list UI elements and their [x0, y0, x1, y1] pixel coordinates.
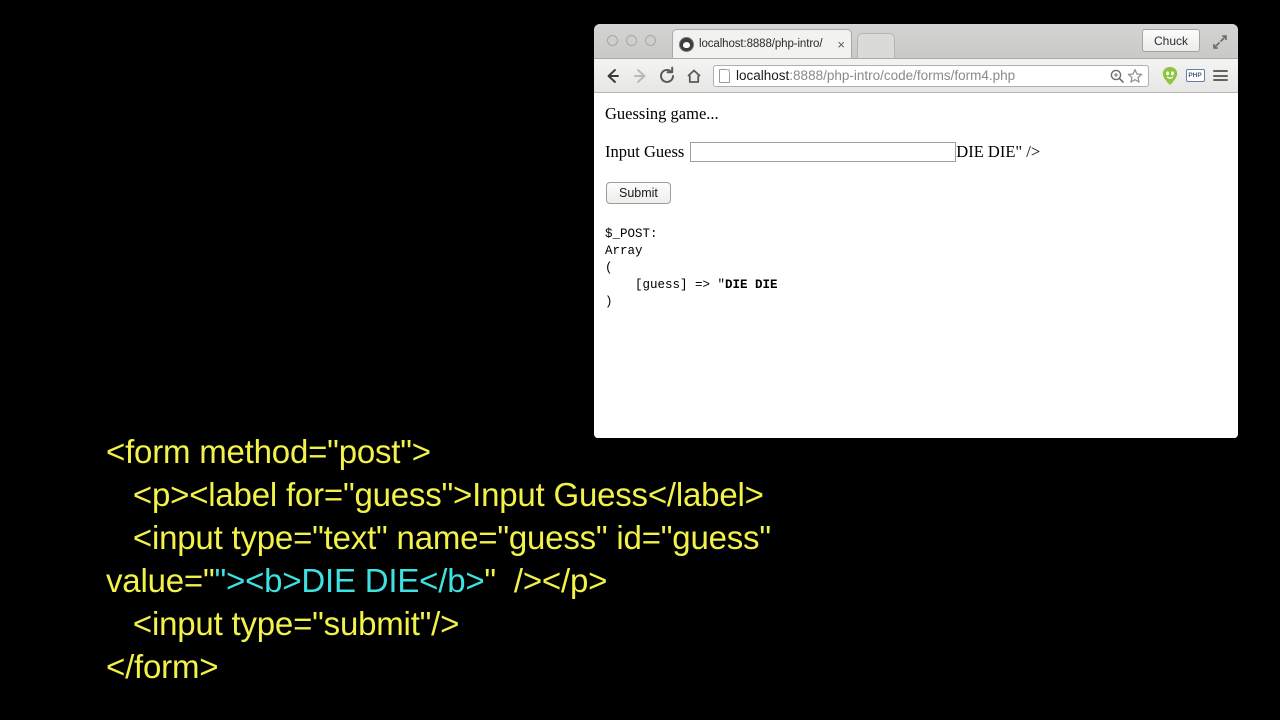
- code-line: </form>: [106, 645, 1206, 688]
- minimize-window-button[interactable]: [626, 35, 637, 46]
- code-segment: <input type="text" name="guess" id="gues…: [106, 519, 771, 556]
- address-bar-text: localhost:8888/php-intro/code/forms/form…: [736, 68, 1107, 83]
- profile-button[interactable]: Chuck: [1141, 29, 1200, 52]
- browser-tab-active[interactable]: localhost:8888/php-intro/ ×: [672, 29, 852, 58]
- evernote-icon[interactable]: [1160, 66, 1180, 86]
- code-segment: </form>: [106, 648, 219, 685]
- zoom-window-button[interactable]: [645, 35, 656, 46]
- post-dump-entry-value: DIE DIE: [725, 278, 778, 293]
- code-line: <input type="submit"/>: [106, 602, 1206, 645]
- post-dump-entry-prefix: [guess] => ": [605, 278, 726, 293]
- browser-toolbar: localhost:8888/php-intro/code/forms/form…: [594, 59, 1238, 93]
- close-window-button[interactable]: [607, 35, 618, 46]
- hamburger-menu-icon[interactable]: [1210, 66, 1230, 86]
- page-viewport: Guessing game... Input Guess DIE DIE" />…: [594, 93, 1238, 438]
- code-segment-highlight: "><b>DIE DIE</b>: [214, 562, 485, 599]
- post-dump-title: $_POST:: [605, 227, 658, 242]
- php-badge-label: PHP: [1185, 69, 1205, 82]
- code-segment: value=": [106, 562, 215, 599]
- close-tab-icon[interactable]: ×: [833, 38, 845, 51]
- guess-input[interactable]: [690, 142, 957, 163]
- guess-input-label: Input Guess: [605, 142, 685, 162]
- php-extension-icon[interactable]: PHP: [1185, 66, 1205, 86]
- post-dump-open-paren: (: [605, 261, 613, 276]
- star-icon[interactable]: [1127, 68, 1143, 84]
- new-tab-button[interactable]: [857, 33, 895, 58]
- url-path: :8888/php-intro/code/forms/form4.php: [789, 68, 1016, 83]
- code-line: <input type="text" name="guess" id="gues…: [106, 516, 1206, 559]
- code-segment: " /></p>: [484, 562, 608, 599]
- code-line: value=""><b>DIE DIE</b>" /></p>: [106, 559, 1206, 602]
- expand-diagonal-icon[interactable]: [1211, 33, 1229, 51]
- forward-arrow-icon[interactable]: [629, 65, 651, 87]
- code-segment: <p><label for="guess">Input Guess</label…: [106, 476, 764, 513]
- browser-tabstrip: localhost:8888/php-intro/ × Chuck: [594, 24, 1238, 59]
- tab-title: localhost:8888/php-intro/: [699, 38, 823, 50]
- favicon-icon: [679, 36, 694, 52]
- browser-window: localhost:8888/php-intro/ × Chuck localh…: [594, 24, 1238, 438]
- code-segment: <form method="post">: [106, 433, 431, 470]
- back-arrow-icon[interactable]: [602, 65, 624, 87]
- guess-form-row: Input Guess DIE DIE" />: [605, 142, 1227, 163]
- home-icon[interactable]: [683, 65, 705, 87]
- post-dump-array: Array: [605, 244, 643, 259]
- code-segment: <input type="submit"/>: [106, 605, 460, 642]
- leaked-markup-text: DIE DIE" />: [956, 142, 1041, 162]
- address-bar[interactable]: localhost:8888/php-intro/code/forms/form…: [713, 64, 1149, 87]
- code-line: <p><label for="guess">Input Guess</label…: [106, 473, 1206, 516]
- code-overlay: <form method="post"> <p><label for="gues…: [106, 430, 1206, 688]
- post-dump-output: $_POST: Array ( [guess] => "DIE DIE ): [605, 226, 1227, 310]
- window-traffic-lights: [607, 35, 656, 46]
- code-line: <form method="post">: [106, 430, 1206, 473]
- post-dump-close-paren: ): [605, 294, 613, 309]
- page-heading: Guessing game...: [605, 104, 719, 123]
- url-host: localhost: [736, 68, 790, 83]
- page-document-icon: [719, 68, 730, 83]
- reload-icon[interactable]: [656, 65, 678, 87]
- submit-button[interactable]: Submit: [606, 182, 671, 205]
- magnifier-icon[interactable]: [1109, 68, 1125, 84]
